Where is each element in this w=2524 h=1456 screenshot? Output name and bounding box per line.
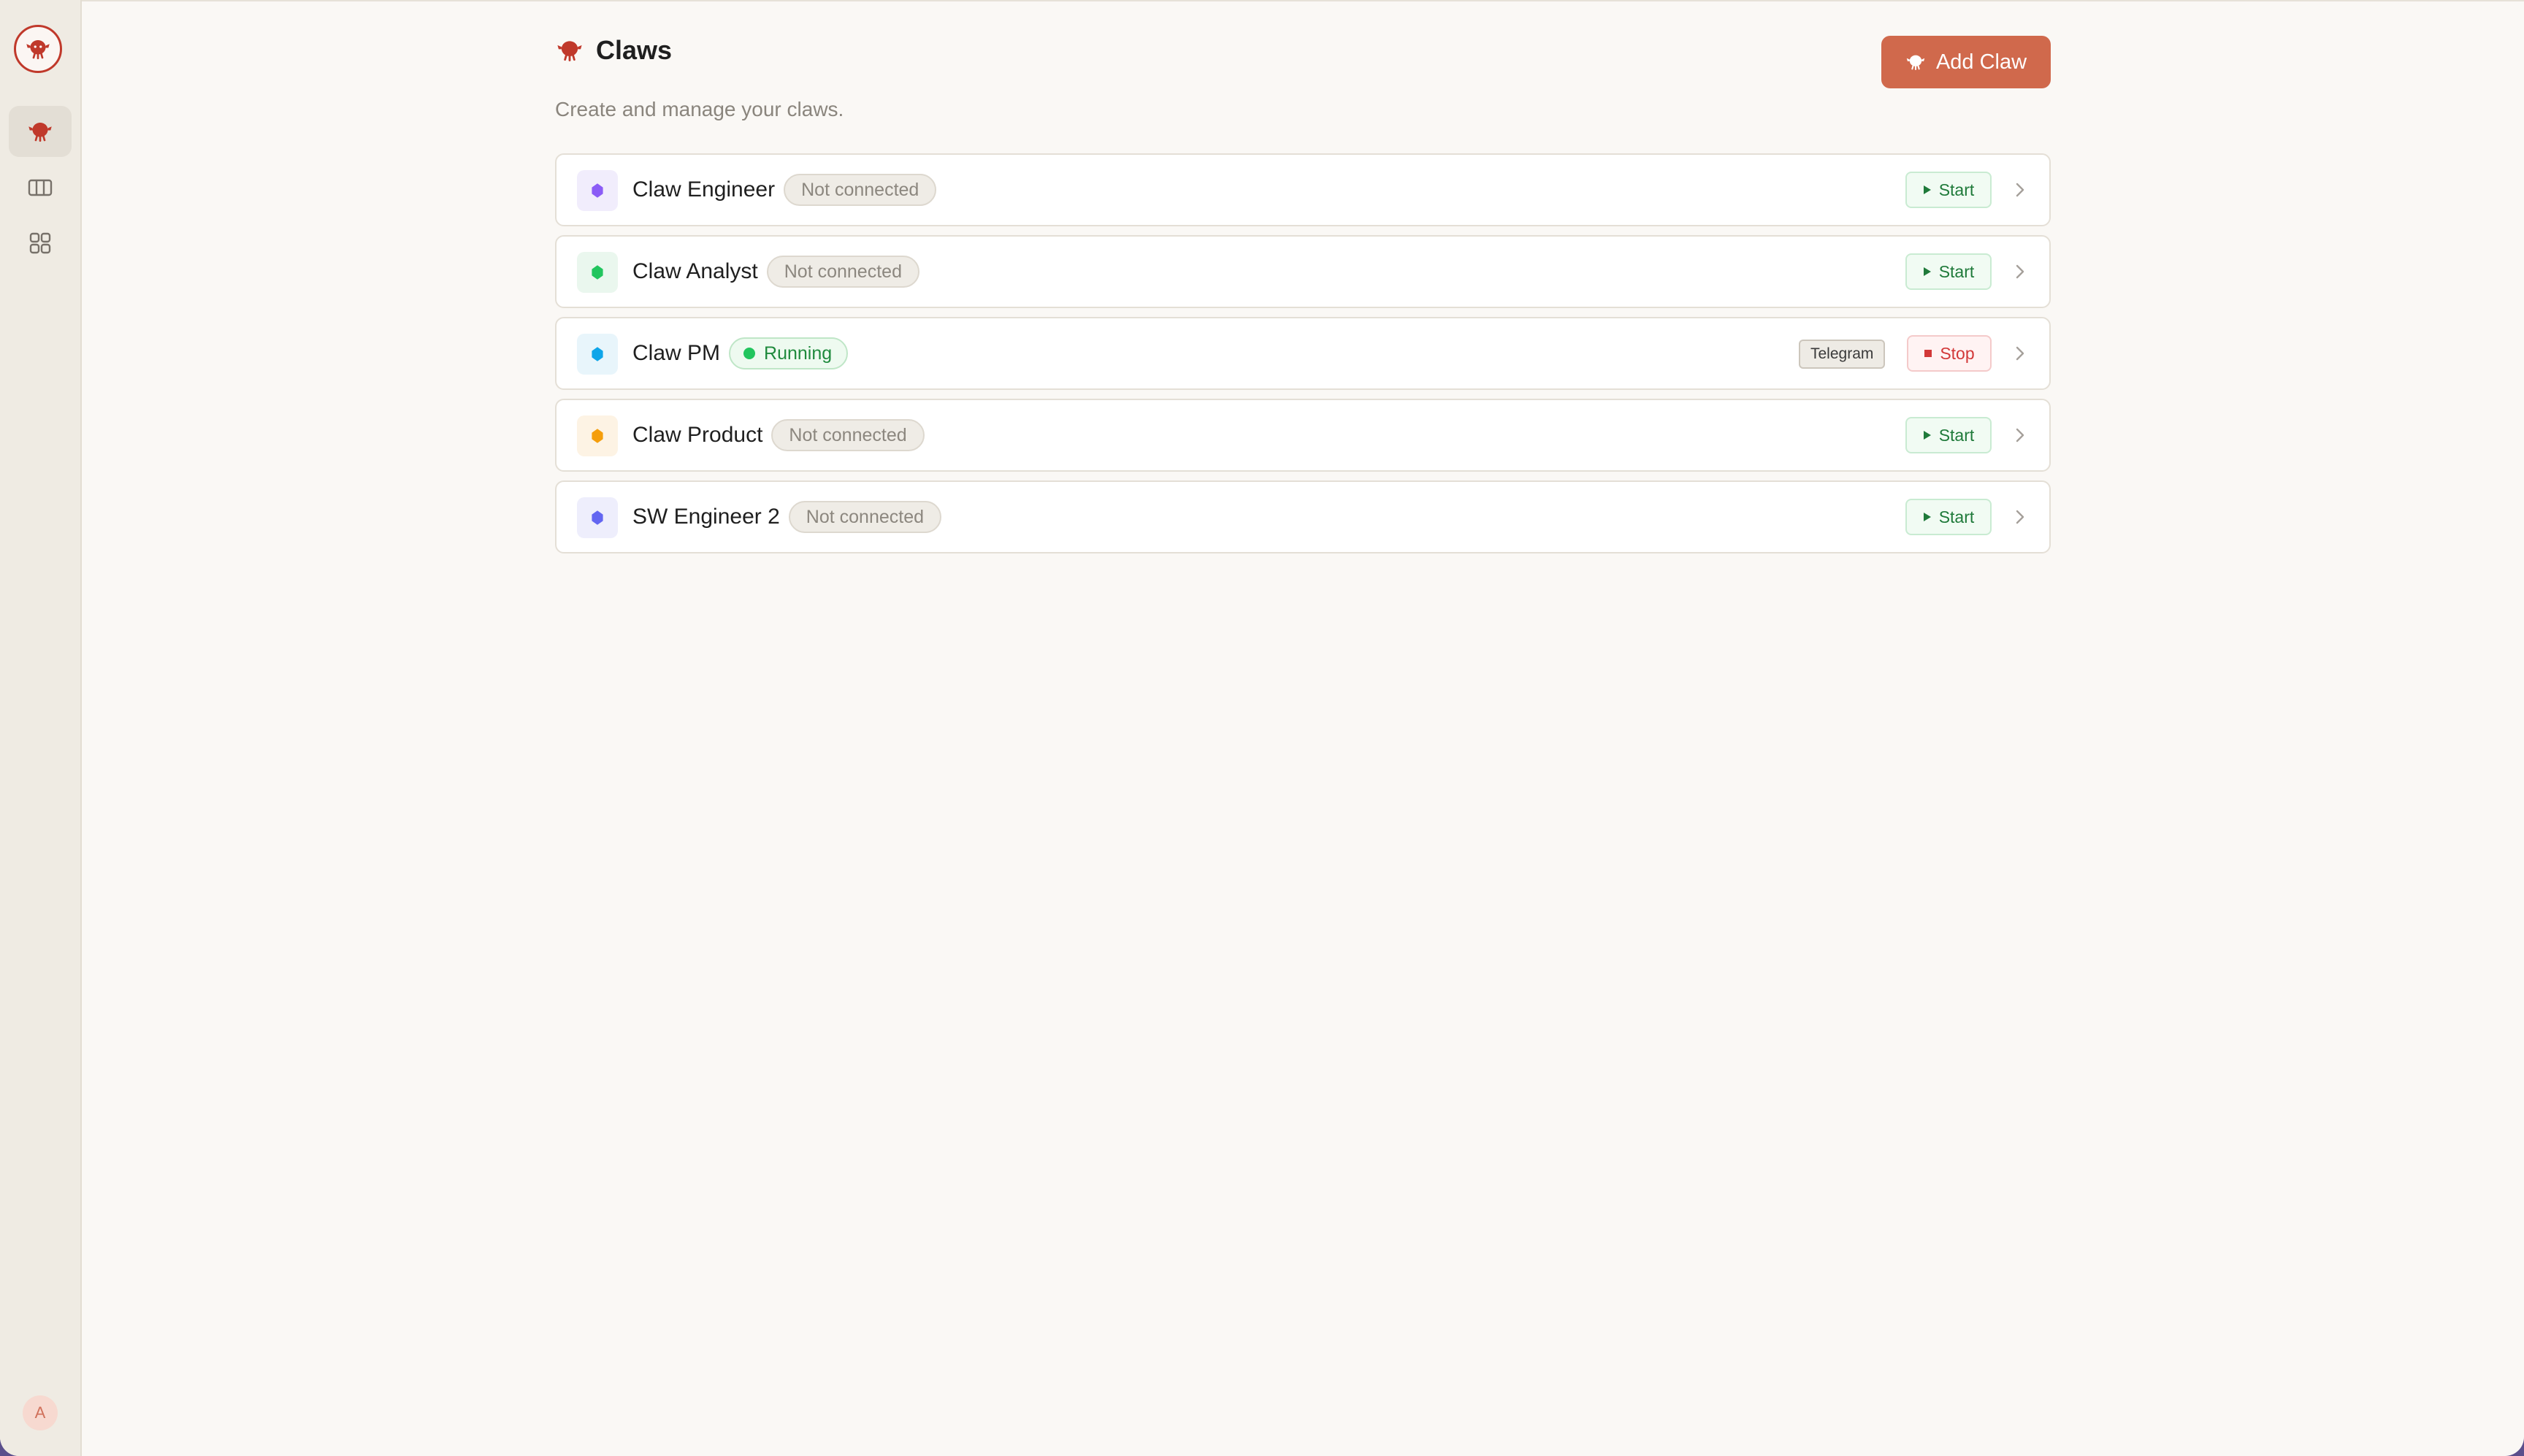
play-icon — [1923, 431, 1931, 440]
start-label: Start — [1938, 180, 1975, 199]
page-header: Claws — [555, 35, 672, 66]
claw-icon — [592, 510, 603, 525]
claw-icon — [592, 183, 603, 198]
start-button[interactable]: Start — [1905, 172, 1992, 208]
sidebar: A — [0, 0, 82, 1456]
claw-name: SW Engineer 2 — [632, 505, 780, 529]
status-badge: Not connected — [784, 174, 937, 206]
claw-name: Claw Engineer — [632, 177, 776, 202]
user-avatar[interactable]: A — [23, 1395, 58, 1430]
claw-name: Claw Product — [632, 423, 763, 447]
play-icon — [1923, 185, 1931, 194]
claw-avatar — [577, 497, 618, 538]
grid-icon — [29, 232, 51, 254]
running-dot-icon — [743, 348, 756, 359]
start-button[interactable]: Start — [1905, 499, 1992, 535]
claw-avatar — [577, 252, 618, 293]
nav-apps[interactable] — [9, 218, 72, 269]
chevron-right-icon[interactable] — [2010, 507, 2030, 527]
page-subtitle: Create and manage your claws. — [555, 98, 844, 120]
app-logo[interactable] — [14, 25, 62, 73]
claw-icon — [592, 347, 603, 361]
window-top-border — [0, 0, 2524, 1]
chevron-right-icon[interactable] — [2010, 261, 2030, 282]
stop-icon — [1924, 350, 1932, 357]
start-label: Start — [1938, 425, 1975, 445]
start-button[interactable]: Start — [1905, 253, 1992, 290]
claw-icon — [592, 429, 603, 443]
claw-avatar — [577, 334, 618, 375]
columns-icon — [28, 179, 53, 196]
claw-name: Claw PM — [632, 341, 721, 365]
nav-claws[interactable] — [9, 106, 72, 157]
claw-name: Claw Analyst — [632, 259, 758, 283]
status-badge-running: Running — [729, 337, 849, 369]
claw-row[interactable]: SW Engineer 2 Not connected Start — [555, 480, 2051, 553]
status-badge: Not connected — [788, 501, 941, 533]
claw-title-icon — [557, 41, 582, 61]
claw-add-icon — [1906, 55, 1925, 70]
status-badge: Not connected — [766, 256, 919, 288]
claw-row[interactable]: Claw Product Not connected Start — [555, 399, 2051, 472]
status-label: Running — [764, 342, 833, 364]
play-icon — [1923, 267, 1931, 276]
start-button[interactable]: Start — [1905, 417, 1992, 453]
start-label: Start — [1938, 507, 1975, 526]
claw-list: Claw Engineer Not connected Start Claw A… — [555, 153, 2051, 562]
app-window: A Claws Create and manage your claws. Ad… — [0, 0, 2524, 1456]
claw-row[interactable]: Claw Analyst Not connected Start — [555, 235, 2051, 308]
stop-button[interactable]: Stop — [1907, 335, 1992, 372]
claw-row[interactable]: Claw Engineer Not connected Start — [555, 153, 2051, 226]
chevron-right-icon[interactable] — [2010, 343, 2030, 364]
add-claw-label: Add Claw — [1935, 50, 2027, 74]
claw-icon — [28, 123, 52, 142]
stop-label: Stop — [1940, 343, 1975, 363]
status-badge: Not connected — [771, 419, 925, 451]
claw-logo-icon — [26, 40, 50, 60]
claw-avatar — [577, 170, 618, 211]
start-label: Start — [1938, 261, 1975, 281]
nav-board[interactable] — [9, 162, 72, 213]
page-title: Claws — [596, 35, 673, 65]
add-claw-button[interactable]: Add Claw — [1881, 36, 2051, 88]
claw-icon — [592, 265, 603, 280]
chevron-right-icon[interactable] — [2010, 180, 2030, 200]
play-icon — [1923, 513, 1931, 521]
claw-row[interactable]: Claw PM Running Telegram Stop — [555, 317, 2051, 390]
chevron-right-icon[interactable] — [2010, 425, 2030, 445]
claw-avatar — [577, 415, 618, 456]
channel-badge: Telegram — [1799, 340, 1886, 369]
